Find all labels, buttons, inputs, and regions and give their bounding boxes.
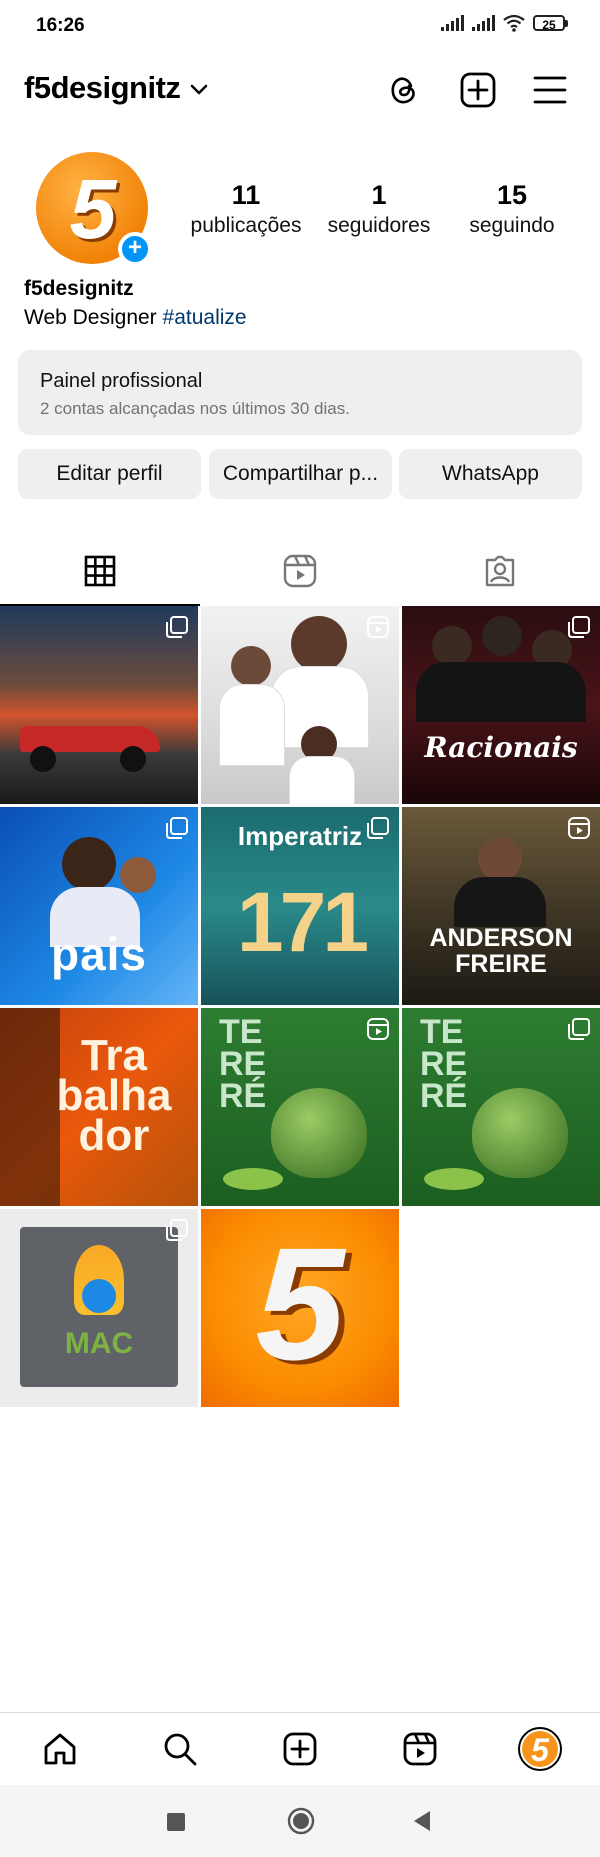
post-mac[interactable]: MAC (0, 1209, 198, 1407)
home-icon[interactable] (38, 1727, 82, 1771)
search-icon[interactable] (158, 1727, 202, 1771)
professional-dashboard[interactable]: Painel profissional 2 contas alcançadas … (18, 350, 582, 435)
post-terere-1[interactable]: TE RE RÉ (201, 1008, 399, 1206)
profile-header: f5designitz (0, 62, 600, 118)
svg-text:5: 5 (531, 1732, 550, 1768)
tab-reels[interactable] (200, 536, 400, 606)
reel-badge-icon (367, 616, 389, 643)
reels-icon[interactable] (398, 1727, 442, 1771)
svg-text:5: 5 (70, 162, 118, 256)
profile-name: f5designitz (24, 277, 134, 300)
carousel-icon (166, 817, 188, 844)
bio-hashtag-link[interactable]: #atualize (163, 306, 247, 329)
home-button-icon[interactable] (287, 1807, 315, 1840)
post-formula1[interactable] (0, 606, 198, 804)
carousel-icon (166, 1219, 188, 1246)
tab-tagged[interactable] (400, 536, 600, 606)
post-racionais[interactable]: Racionais (402, 606, 600, 804)
account-switcher[interactable]: f5designitz (24, 70, 208, 106)
profile-avatar[interactable]: 5 (518, 1727, 562, 1771)
terere-title: TE RE RÉ (420, 1013, 468, 1115)
stat-following-count: 15 (496, 180, 528, 210)
stat-posts-count: 11 (231, 180, 261, 210)
bio-text: Web Designer (24, 306, 163, 329)
tab-grid[interactable] (0, 536, 200, 606)
whatsapp-button[interactable]: WhatsApp (399, 449, 582, 499)
signal-icon (441, 15, 464, 31)
profile-bio: Web Designer #atualize (24, 306, 247, 330)
post-dia-dos-pais[interactable]: pais (0, 807, 198, 1005)
profile-tabs (0, 536, 600, 606)
stat-posts-label: publicações (190, 214, 302, 237)
trabalhador-title: Tra balha dor (56, 1031, 172, 1160)
create-icon[interactable] (278, 1727, 322, 1771)
reel-badge-icon (367, 1018, 389, 1045)
post-imperatriz[interactable]: Imperatriz 171 (201, 807, 399, 1005)
post-anderson-freire[interactable]: ANDERSON FREIRE (402, 807, 600, 1005)
battery-level: 25 (533, 15, 565, 32)
status-icons: 25 (441, 14, 568, 32)
stat-posts[interactable]: 11 publicações (176, 180, 316, 238)
racionais-title: Racionais (424, 731, 578, 764)
stat-followers-label: seguidores (327, 214, 431, 237)
reel-badge-icon (568, 817, 590, 844)
post-trabalhador[interactable]: Tra balha dor (0, 1008, 198, 1206)
logo-title: 5 (255, 1214, 345, 1393)
mac-title: MAC (64, 1327, 134, 1360)
carousel-icon (568, 616, 590, 643)
reels-icon (283, 554, 317, 588)
back-icon[interactable] (412, 1810, 432, 1837)
signal-icon (472, 15, 495, 31)
grid-icon (84, 555, 116, 587)
chevron-down-icon (191, 84, 208, 95)
post-terere-2[interactable]: TE RE RÉ (402, 1008, 600, 1206)
add-post-icon[interactable] (458, 70, 498, 110)
wifi-icon (503, 14, 525, 32)
stat-following-label: seguindo (469, 214, 555, 237)
stat-followers-count: 1 (371, 180, 387, 210)
add-story-button[interactable]: + (118, 232, 152, 266)
status-time: 16:26 (36, 15, 85, 36)
carousel-icon (367, 817, 389, 844)
battery-icon: 25 (533, 15, 568, 32)
pro-panel-title: Painel profissional (40, 370, 203, 392)
avatar[interactable]: 5 5 + (36, 152, 152, 266)
recents-icon[interactable] (167, 1813, 185, 1836)
edit-profile-button[interactable]: Editar perfil (18, 449, 201, 499)
tagged-icon (485, 555, 515, 587)
post-football[interactable] (201, 606, 399, 804)
status-bar: 16:26 25 (0, 0, 600, 52)
share-profile-button[interactable]: Compartilhar p... (209, 449, 392, 499)
bottom-nav: 5 (0, 1712, 600, 1785)
dia-dos-pais-title: pais (50, 928, 148, 980)
anderson-freire-title: ANDERSON FREIRE (429, 924, 573, 978)
menu-icon[interactable] (530, 70, 570, 110)
post-logo[interactable]: 5 5 (201, 1209, 399, 1407)
terere-title: TE RE RÉ (219, 1013, 267, 1115)
pro-panel-subtitle: 2 contas alcançadas nos últimos 30 dias. (40, 399, 350, 418)
stat-following[interactable]: 15 seguindo (442, 180, 582, 238)
carousel-icon (568, 1018, 590, 1045)
stat-followers[interactable]: 1 seguidores (309, 180, 449, 238)
system-navigation-bar (0, 1785, 600, 1857)
threads-icon[interactable] (384, 70, 424, 110)
carousel-icon (166, 616, 188, 643)
header-username: f5designitz (24, 70, 181, 105)
